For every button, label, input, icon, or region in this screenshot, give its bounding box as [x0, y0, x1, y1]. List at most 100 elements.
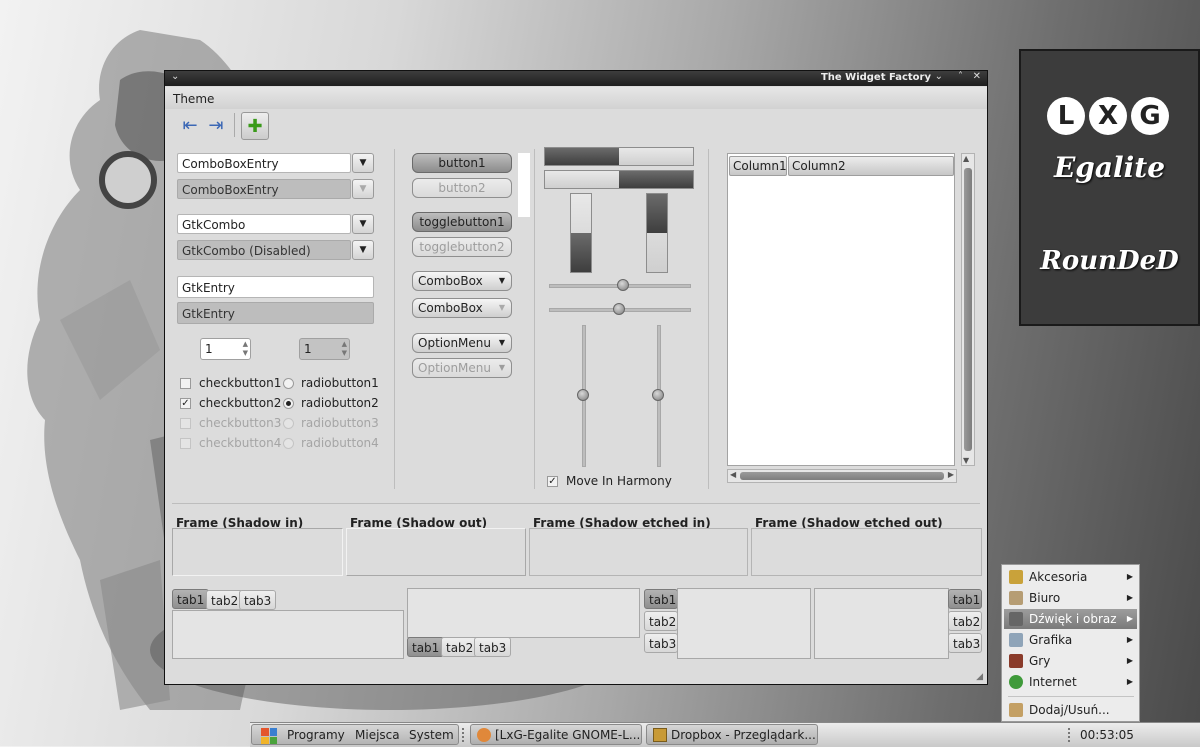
maximize-icon[interactable]: ˄	[958, 71, 963, 82]
spin-arrows-disabled-icon: ▲ ▼	[341, 340, 347, 357]
gtk-entry[interactable]: GtkEntry	[177, 276, 374, 298]
firefox-icon	[477, 728, 491, 742]
combobox-2[interactable]: ComboBox ▼	[412, 298, 512, 318]
chevron-right-icon: ▶	[1126, 677, 1133, 686]
menu-item-biuro[interactable]: Biuro ▶	[1004, 588, 1137, 608]
tree-vscrollbar[interactable]: ▲ ▼	[961, 153, 975, 466]
notebook3-tab1[interactable]: tab1	[644, 589, 678, 609]
scroll-up-icon[interactable]: ▲	[963, 154, 969, 163]
close-icon[interactable]: ✕	[973, 71, 981, 82]
notebook2-tab1[interactable]: tab1	[407, 637, 445, 657]
notebook2-tab2[interactable]: tab2	[441, 637, 479, 657]
gtkcombo-dropdown[interactable]: ▼	[352, 214, 374, 234]
scroll-left-icon[interactable]: ◀	[730, 470, 736, 479]
tree-view[interactable]: Column1 Column2	[727, 153, 955, 466]
hprogress-1	[544, 147, 694, 166]
menu-system[interactable]: System	[409, 725, 454, 745]
hscale-2-slider[interactable]	[613, 303, 625, 315]
notebook2-page	[407, 588, 640, 638]
harmony-checkbox[interactable]: ✓	[547, 476, 558, 487]
menu-item-gry[interactable]: Gry ▶	[1004, 651, 1137, 671]
apps-grid-icon[interactable]	[261, 728, 277, 744]
optionmenu-disabled-label: OptionMenu	[418, 361, 491, 375]
title-bar[interactable]: ⌄ The Widget Factory ⌄ ˄ ✕	[165, 71, 987, 86]
chevron-down-icon: ▼	[498, 338, 505, 347]
column1-header[interactable]: Column1	[729, 156, 787, 176]
notebook4-tab1[interactable]: tab1	[948, 589, 982, 609]
chevron-down-icon: ▼	[498, 276, 505, 285]
accessories-icon	[1009, 570, 1023, 584]
notebook1-tab1[interactable]: tab1	[172, 589, 210, 609]
panel-handle[interactable]	[462, 728, 466, 742]
radiobutton1-circle[interactable]	[283, 378, 294, 389]
task-dropbox[interactable]: Dropbox - Przeglądark...	[646, 724, 818, 745]
radiobutton4-label: radiobutton4	[301, 436, 379, 450]
column2-header[interactable]: Column2	[788, 156, 954, 176]
add-icon[interactable]: ✚	[241, 112, 269, 140]
notebook3-tab2[interactable]: tab2	[644, 611, 678, 631]
taskbar: Programy Miejsca System [LxG-Egalite GNO…	[250, 722, 1200, 747]
optionmenu[interactable]: OptionMenu ▼	[412, 333, 512, 353]
togglebutton1[interactable]: togglebutton1	[412, 212, 512, 232]
clock[interactable]: 00:53:05	[1080, 725, 1134, 745]
menu-item-dzwiek-i-obraz[interactable]: Dźwięk i obraz ▶	[1004, 609, 1137, 629]
go-last-icon[interactable]: ⇥	[204, 113, 228, 137]
scroll-down-icon[interactable]: ▼	[963, 456, 969, 465]
checkbutton3-box	[180, 418, 191, 429]
spin-button[interactable]: 1 ▲ ▼	[200, 338, 251, 360]
chevron-down-icon: ▼	[498, 363, 505, 372]
vscale-2-slider[interactable]	[652, 389, 664, 401]
menu-programs[interactable]: Programy	[287, 725, 345, 745]
button2: button2	[412, 178, 512, 198]
resize-grip-icon[interactable]: ◢	[976, 672, 983, 682]
hscale-1-slider[interactable]	[617, 279, 629, 291]
vprogress-2-fill	[647, 194, 667, 233]
gtk-entry-disabled: GtkEntry	[177, 302, 374, 324]
logo-title: Egalite	[1053, 151, 1166, 184]
chevron-right-icon: ▶	[1126, 635, 1133, 644]
menu-item-grafika[interactable]: Grafika ▶	[1004, 630, 1137, 650]
tree-hscroll-thumb[interactable]	[740, 472, 944, 480]
checkbutton2-box[interactable]: ✓	[180, 398, 191, 409]
radiobutton3-circle	[283, 418, 294, 429]
radiobutton1-label[interactable]: radiobutton1	[301, 376, 379, 390]
frame-shadow-out: Frame (Shadow out)	[346, 516, 526, 576]
radiobutton2-label[interactable]: radiobutton2	[301, 396, 379, 410]
gtkcombo[interactable]: GtkCombo	[177, 214, 351, 234]
scroll-right-icon[interactable]: ▶	[948, 470, 954, 479]
menu-item-dodaj-usun[interactable]: Dodaj/Usuń...	[1004, 700, 1137, 720]
menu-theme[interactable]: Theme	[173, 92, 214, 106]
checkbutton1-label[interactable]: checkbutton1	[199, 376, 281, 390]
notebook1-tab3[interactable]: tab3	[239, 590, 277, 610]
office-icon	[1009, 591, 1023, 605]
togglebutton2: togglebutton2	[412, 237, 512, 257]
combobox-entry-dropdown[interactable]: ▼	[352, 153, 374, 173]
panel-handle-2[interactable]	[1068, 728, 1072, 742]
checkbutton4-box	[180, 438, 191, 449]
spin-arrows-icon[interactable]: ▲ ▼	[243, 340, 248, 358]
combobox[interactable]: ComboBox ▼	[412, 271, 512, 291]
radiobutton2-circle[interactable]	[283, 398, 294, 409]
chevron-down-icon[interactable]: ⌄	[935, 71, 943, 82]
checkbutton2-label[interactable]: checkbutton2	[199, 396, 281, 410]
task-lxg-egalite[interactable]: [LxG-Egalite GNOME-L...	[470, 724, 642, 745]
go-first-icon[interactable]: ⇤	[178, 113, 202, 137]
checkbutton1-box[interactable]	[180, 378, 191, 389]
notebook3-tab3[interactable]: tab3	[644, 633, 678, 653]
tree-hscrollbar[interactable]: ◀ ▶	[727, 469, 957, 483]
tree-vscroll-thumb[interactable]	[964, 168, 972, 451]
window-menu-icon[interactable]: ⌄	[171, 71, 179, 82]
add-remove-icon	[1009, 703, 1023, 717]
menu-item-internet[interactable]: Internet ▶	[1004, 672, 1137, 692]
harmony-label[interactable]: Move In Harmony	[566, 474, 672, 488]
menu-places[interactable]: Miejsca	[355, 725, 400, 745]
notebook2-tab3[interactable]: tab3	[474, 637, 512, 657]
combobox-entry[interactable]: ComboBoxEntry	[177, 153, 351, 173]
notebook1-tab2[interactable]: tab2	[206, 590, 244, 610]
vscale-1-slider[interactable]	[577, 389, 589, 401]
notebook4-tab3[interactable]: tab3	[948, 633, 982, 653]
notebook1-page	[172, 610, 404, 659]
button1[interactable]: button1	[412, 153, 512, 173]
menu-item-akcesoria[interactable]: Akcesoria ▶	[1004, 567, 1137, 587]
notebook4-tab2[interactable]: tab2	[948, 611, 982, 631]
